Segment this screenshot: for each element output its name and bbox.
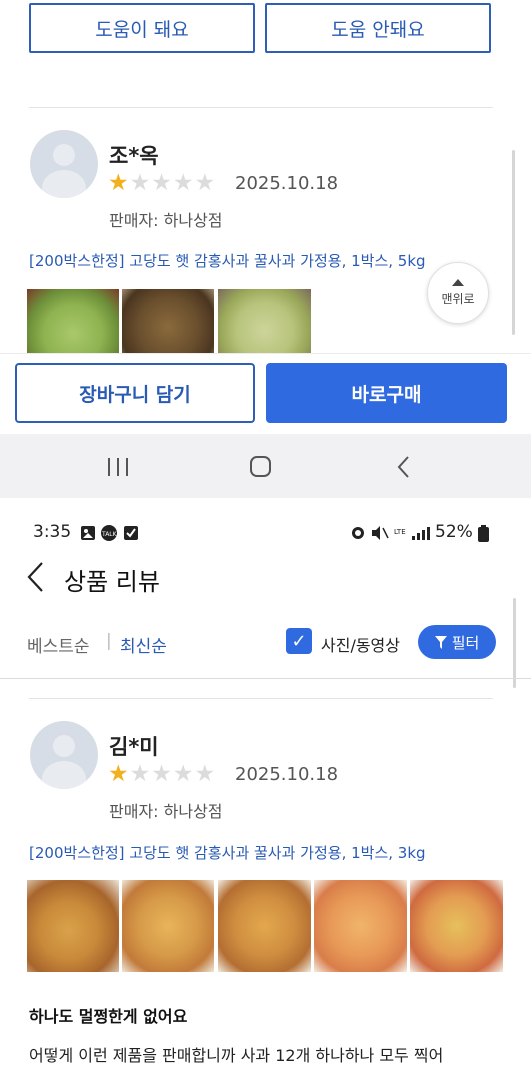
back-icon[interactable] xyxy=(396,455,412,479)
filter-button[interactable]: 필터 xyxy=(418,625,496,659)
review-divider xyxy=(29,107,493,108)
action-bar-divider xyxy=(0,353,531,354)
notification-icons: TALK xyxy=(81,525,138,541)
recents-icon[interactable] xyxy=(106,456,130,478)
star-icon: ★ xyxy=(194,170,216,196)
seller-label: 판매자: 하나상점 xyxy=(109,211,223,230)
add-to-cart-button[interactable]: 장바구니 담기 xyxy=(15,363,255,423)
photo-video-checkbox[interactable]: ✓ xyxy=(286,628,312,654)
product-option-link[interactable]: [200박스한정] 고당도 햇 감홍사과 꿀사과 가정용, 1박스, 3kg xyxy=(29,842,426,863)
review-photo[interactable] xyxy=(410,880,503,972)
section-divider xyxy=(0,678,531,679)
back-arrow-icon[interactable] xyxy=(26,561,46,593)
star-icon: ★ xyxy=(108,170,129,196)
star-icon: ★ xyxy=(172,761,194,787)
seller-label: 판매자: 하나상점 xyxy=(109,802,223,821)
home-icon[interactable] xyxy=(249,454,273,480)
star-icon: ★ xyxy=(108,761,129,787)
helpful-no-button[interactable]: 도움 안돼요 xyxy=(265,3,491,53)
review-photo[interactable] xyxy=(122,880,214,972)
star-rating: ★ ★ ★ ★ ★ xyxy=(108,172,215,195)
star-rating: ★ ★ ★ ★ ★ xyxy=(108,763,215,786)
review-photo[interactable] xyxy=(27,289,119,353)
review-photo[interactable] xyxy=(314,880,407,972)
avatar xyxy=(30,130,98,198)
sort-separator: | xyxy=(106,631,112,651)
photo-video-label[interactable]: 사진/동영상 xyxy=(321,632,400,656)
star-icon: ★ xyxy=(129,761,151,787)
scrollbar[interactable] xyxy=(513,598,516,688)
review-photo[interactable] xyxy=(27,880,119,972)
star-icon: ★ xyxy=(194,761,216,787)
star-icon: ★ xyxy=(151,761,172,787)
system-nav-bar xyxy=(0,434,531,498)
star-icon: ★ xyxy=(151,170,172,196)
review-date: 2025.10.18 xyxy=(235,764,339,785)
scroll-to-top-button[interactable]: 맨위로 xyxy=(427,262,489,324)
status-time: 3:35 xyxy=(33,522,72,542)
svg-text:LTE: LTE xyxy=(394,528,406,536)
status-bar: 3:35 TALK LTE 52% xyxy=(0,512,531,552)
page-title: 상품 리뷰 xyxy=(64,568,160,596)
review-date: 2025.10.18 xyxy=(235,173,339,194)
svg-text:TALK: TALK xyxy=(101,531,118,538)
sort-latest[interactable]: 최신순 xyxy=(120,632,167,657)
chevron-up-icon xyxy=(452,279,464,286)
filter-icon xyxy=(434,635,447,649)
star-icon: ★ xyxy=(129,170,151,196)
sort-best[interactable]: 베스트순 xyxy=(27,632,90,657)
review-title: 하나도 멀쩡한게 없어요 xyxy=(29,1007,188,1026)
review-divider xyxy=(29,698,493,699)
review-photo[interactable] xyxy=(218,289,311,353)
check-icon: ✓ xyxy=(291,630,307,652)
product-option-link[interactable]: [200박스한정] 고당도 햇 감홍사과 꿀사과 가정용, 1박스, 5kg xyxy=(29,250,444,271)
status-indicators-icon: LTE xyxy=(352,526,430,540)
avatar xyxy=(30,721,98,789)
battery-percent: 52% xyxy=(435,522,473,542)
star-icon: ★ xyxy=(172,170,194,196)
review-photo[interactable] xyxy=(122,289,214,353)
scrollbar[interactable] xyxy=(512,150,515,335)
reviewer-name: 조*옥 xyxy=(109,144,159,168)
buy-now-button[interactable]: 바로구매 xyxy=(266,363,507,423)
review-photo[interactable] xyxy=(218,880,311,972)
review-body: 어떻게 이런 제품을 판매합니까 사과 12개 하나하나 모두 찍어 xyxy=(29,1046,444,1065)
reviewer-name: 김*미 xyxy=(109,735,159,759)
battery-icon xyxy=(478,525,489,542)
helpful-yes-button[interactable]: 도움이 돼요 xyxy=(29,3,255,53)
